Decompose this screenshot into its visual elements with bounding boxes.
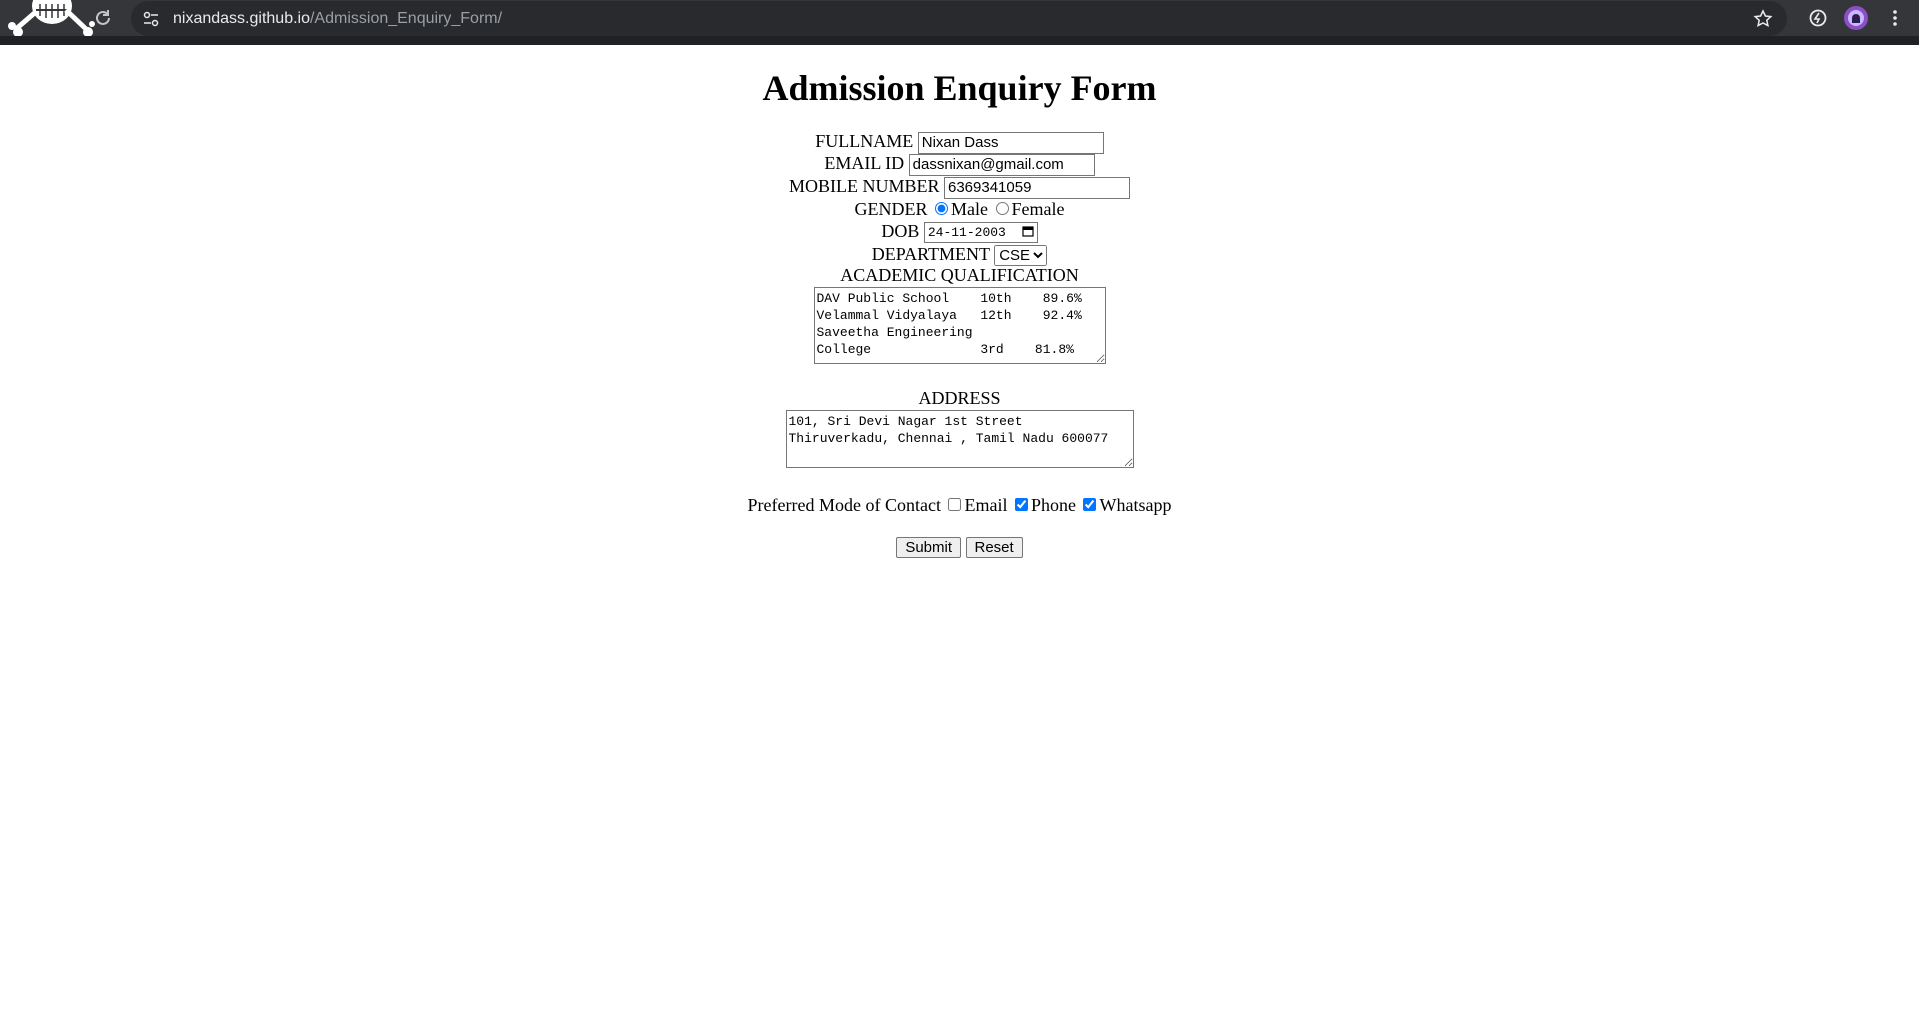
url-text[interactable]: nixandass.github.io/Admission_Enquiry_Fo… <box>173 9 502 29</box>
page-content: Admission Enquiry Form FULLNAME EMAIL ID… <box>0 45 1919 1028</box>
jolly-roger-logo-icon <box>8 0 95 37</box>
department-select[interactable]: CSE <box>994 245 1048 267</box>
gender-female-radio[interactable] <box>995 202 1009 215</box>
calendar-icon[interactable] <box>1022 225 1034 237</box>
address-textarea[interactable]: 101, Sri Devi Nagar 1st Street Thiruverk… <box>785 410 1134 468</box>
academic-textarea[interactable]: DAV Public School 10th 89.6% Velammal Vi… <box>813 287 1106 364</box>
gender-male-label: Male <box>951 199 988 219</box>
profile-avatar[interactable] <box>1844 6 1868 30</box>
mobile-row: MOBILE NUMBER <box>0 176 1919 199</box>
reset-button[interactable]: Reset <box>965 537 1023 559</box>
dob-value: 24-11-2003 <box>927 225 1006 241</box>
profile-icon <box>1848 10 1864 26</box>
contact-label: Preferred Mode of Contact <box>747 495 941 515</box>
gender-row: GENDER Male Female <box>0 199 1919 220</box>
dob-row: DOB 24-11-2003 <box>0 221 1919 244</box>
department-row: DEPARTMENT CSE <box>0 244 1919 267</box>
gender-label: GENDER <box>854 199 928 219</box>
contact-email-checkbox[interactable] <box>948 498 962 511</box>
mobile-label: MOBILE NUMBER <box>788 176 940 196</box>
site-info-icon[interactable] <box>141 9 161 29</box>
reload-icon[interactable] <box>92 7 114 29</box>
contact-phone-checkbox[interactable] <box>1014 498 1028 511</box>
contact-row: Preferred Mode of Contact Email Phone Wh… <box>0 495 1919 516</box>
contact-whatsapp-label: Whatsapp <box>1099 495 1172 515</box>
academic-label-row: ACADEMIC QUALIFICATION <box>0 265 1919 286</box>
dob-label: DOB <box>881 221 920 241</box>
url-host: nixandass.github.io <box>173 10 310 27</box>
department-label: DEPARTMENT <box>871 244 990 264</box>
fullname-row: FULLNAME <box>0 131 1919 154</box>
more-menu-icon[interactable] <box>1888 7 1902 29</box>
gender-female-label: Female <box>1011 199 1065 219</box>
bookmark-star-icon[interactable] <box>1753 9 1773 29</box>
dob-input[interactable]: 24-11-2003 <box>923 222 1038 244</box>
address-label-row: ADDRESS <box>0 388 1919 409</box>
contact-phone-label: Phone <box>1030 495 1076 515</box>
email-row: EMAIL ID <box>0 153 1919 176</box>
contact-email-label: Email <box>964 495 1008 515</box>
academic-label: ACADEMIC QUALIFICATION <box>840 265 1079 285</box>
buttons-row: Submit Reset <box>0 536 1919 559</box>
academic-row: DAV Public School 10th 89.6% Velammal Vi… <box>0 287 1919 369</box>
address-row: 101, Sri Devi Nagar 1st Street Thiruverk… <box>0 410 1919 473</box>
address-bar[interactable]: nixandass.github.io/Admission_Enquiry_Fo… <box>131 1 1787 36</box>
fullname-input[interactable] <box>917 131 1104 154</box>
page-title: Admission Enquiry Form <box>762 68 1157 108</box>
extensions-icon[interactable] <box>1807 7 1829 29</box>
address-label: ADDRESS <box>918 388 1001 408</box>
email-input[interactable] <box>908 153 1095 176</box>
mobile-input[interactable] <box>944 176 1130 199</box>
email-label: EMAIL ID <box>824 153 905 173</box>
contact-whatsapp-checkbox[interactable] <box>1083 498 1097 511</box>
fullname-label: FULLNAME <box>815 131 914 151</box>
gender-male-radio[interactable] <box>935 202 949 215</box>
submit-button[interactable]: Submit <box>896 537 961 559</box>
toolbar-divider <box>0 36 1919 45</box>
url-path: /Admission_Enquiry_Form/ <box>309 10 503 27</box>
